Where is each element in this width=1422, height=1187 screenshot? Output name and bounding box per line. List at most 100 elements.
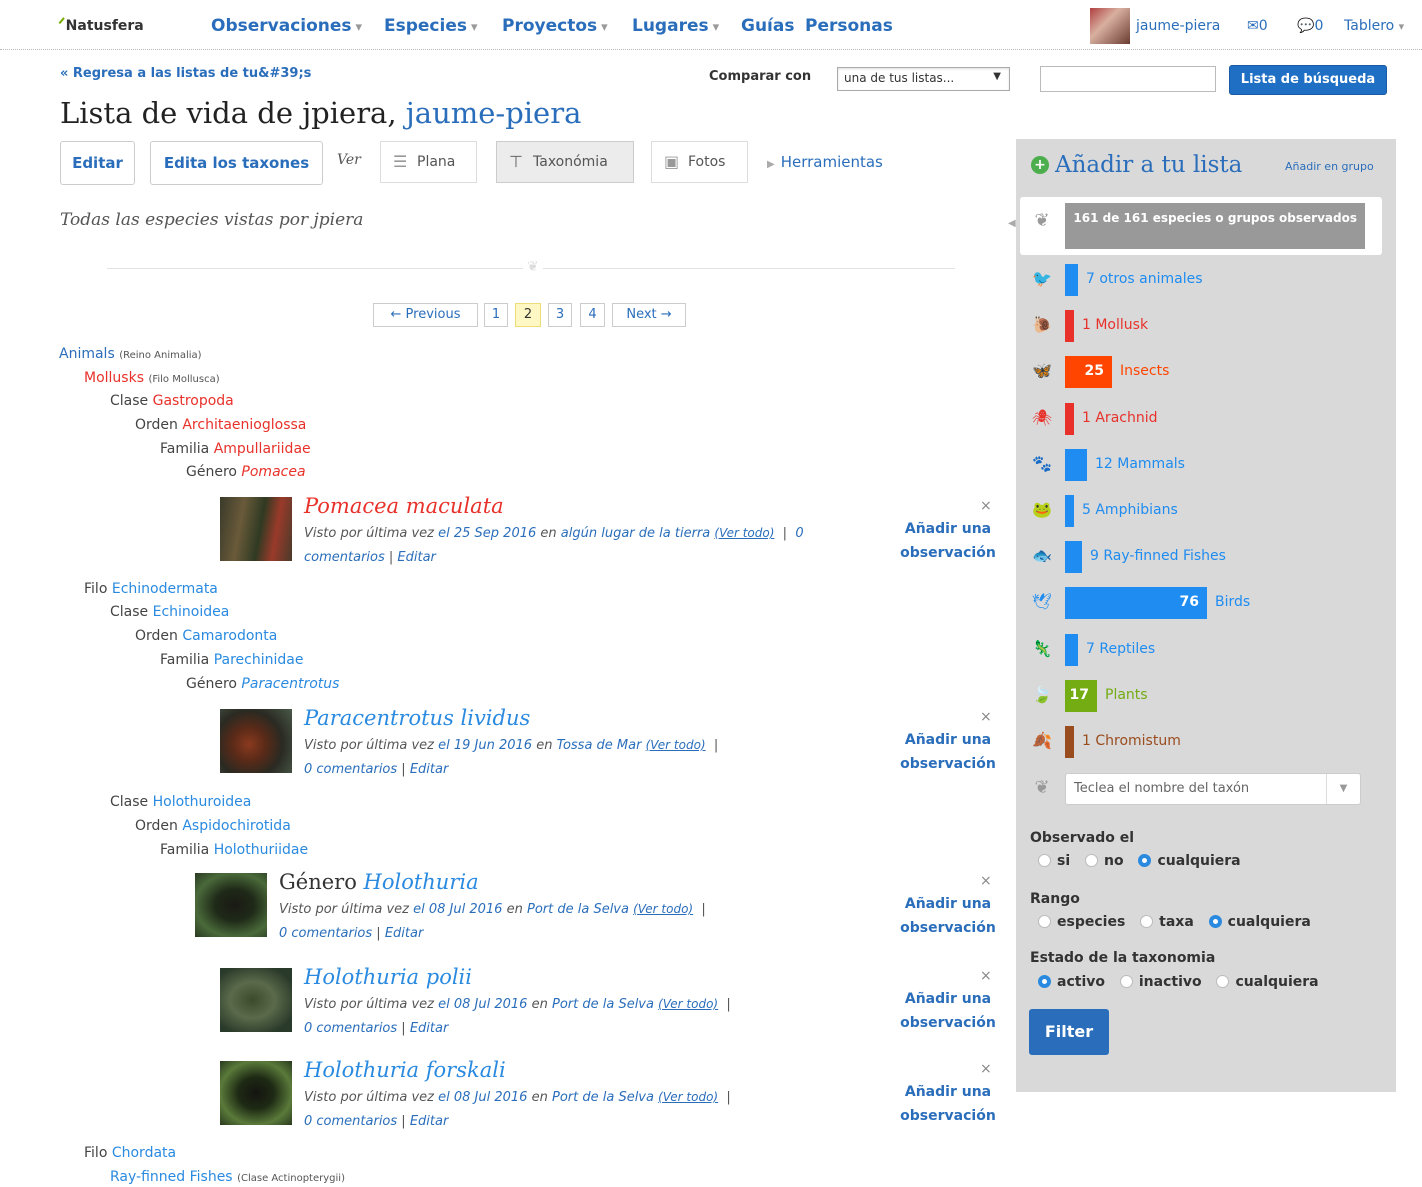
search-list-button[interactable]: Lista de búsqueda: [1229, 65, 1387, 95]
taxon-link[interactable]: Gastropoda: [153, 393, 234, 409]
species-name-link[interactable]: Holothuria forskali: [304, 1058, 506, 1082]
species-photo[interactable]: [220, 497, 292, 561]
category-bar[interactable]: [1065, 495, 1074, 527]
edit-link[interactable]: Editar: [410, 1114, 449, 1129]
taxon-link[interactable]: Architaenioglossa: [182, 417, 306, 433]
compare-select[interactable]: una de tus listas... ▼: [837, 67, 1010, 91]
radio-selected-icon[interactable]: [1208, 915, 1222, 928]
dropdown-arrow-icon[interactable]: ▼: [1326, 774, 1360, 804]
list-search-input[interactable]: [1040, 66, 1216, 92]
species-name-link[interactable]: Holothuria polii: [304, 965, 472, 989]
nav-observaciones[interactable]: Observaciones ▾: [211, 16, 362, 36]
radio-icon[interactable]: [1140, 915, 1154, 928]
comments-link[interactable]: 0 comentarios: [304, 1114, 397, 1129]
category-bar[interactable]: [1065, 449, 1087, 481]
view-taxonomia-button[interactable]: ⊤ Taxonómia: [496, 141, 634, 183]
category-bar[interactable]: [1065, 634, 1078, 666]
category-label[interactable]: 5 Amphibians: [1082, 502, 1178, 518]
back-to-lists-link[interactable]: « Regresa a las listas de tu&#39;s: [60, 66, 311, 81]
close-icon[interactable]: ×: [980, 498, 992, 514]
nav-proyectos[interactable]: Proyectos ▾: [502, 16, 608, 36]
comments-link[interactable]: 0 comentarios: [304, 1021, 397, 1036]
natusfera-logo[interactable]: ᐟNatusfera: [58, 14, 144, 35]
edit-button[interactable]: Editar: [60, 141, 135, 185]
category-bar[interactable]: [1065, 726, 1074, 758]
category-label[interactable]: 7 otros animales: [1086, 271, 1203, 287]
radio-icon[interactable]: [1216, 975, 1230, 988]
species-photo[interactable]: [220, 968, 292, 1032]
view-fotos-button[interactable]: ▣ Fotos: [651, 141, 748, 183]
species-name-link[interactable]: Paracentrotus lividus: [304, 706, 530, 730]
all-species-bar[interactable]: 161 de 161 especies o grupos observados: [1065, 203, 1365, 249]
status-option-inactivo[interactable]: inactivo: [1119, 974, 1202, 990]
taxon-link[interactable]: Holothuroidea: [153, 794, 252, 810]
taxon-link[interactable]: Ray-finned Fishes: [110, 1169, 233, 1185]
observed-option-no[interactable]: no: [1085, 853, 1124, 869]
pagination-previous[interactable]: ← Previous: [373, 303, 478, 327]
add-observation-link[interactable]: Añadir una observación: [893, 892, 1003, 940]
view-plana-button[interactable]: ☰ Plana: [380, 141, 477, 183]
filter-button[interactable]: Filter: [1029, 1009, 1109, 1055]
status-option-activo[interactable]: activo: [1038, 974, 1105, 990]
category-label[interactable]: 12 Mammals: [1095, 456, 1185, 472]
messages-link[interactable]: ✉0: [1247, 18, 1268, 34]
category-label[interactable]: 1 Arachnid: [1082, 410, 1158, 426]
close-icon[interactable]: ×: [980, 1061, 992, 1077]
edit-link[interactable]: Editar: [397, 550, 436, 565]
view-all-link[interactable]: (Ver todo): [633, 902, 693, 916]
category-label[interactable]: 7 Reptiles: [1086, 641, 1155, 657]
taxon-link[interactable]: Animals: [59, 346, 115, 362]
radio-icon[interactable]: [1085, 854, 1099, 867]
add-group-link[interactable]: Añadir en grupo: [1285, 160, 1374, 173]
avatar[interactable]: [1090, 8, 1130, 44]
category-bar[interactable]: [1065, 541, 1082, 573]
taxon-link[interactable]: Chordata: [112, 1145, 176, 1161]
taxon-link[interactable]: Camarodonta: [182, 628, 277, 644]
taxon-link[interactable]: Ampullariidae: [214, 441, 311, 457]
category-label[interactable]: 1 Mollusk: [1082, 317, 1148, 333]
radio-icon[interactable]: [1038, 915, 1051, 928]
user-link[interactable]: jaume-piera: [1136, 18, 1220, 34]
tools-menu[interactable]: ▶ Herramientas: [767, 153, 883, 171]
category-label[interactable]: 1 Chromistum: [1082, 733, 1181, 749]
taxon-link[interactable]: Echinodermata: [112, 581, 218, 597]
view-all-link[interactable]: (Ver todo): [658, 997, 718, 1011]
species-photo[interactable]: [220, 709, 292, 773]
add-observation-link[interactable]: Añadir una observación: [893, 987, 1003, 1035]
observed-option-si[interactable]: si: [1038, 853, 1070, 869]
close-icon[interactable]: ×: [980, 968, 992, 984]
close-icon[interactable]: ×: [980, 873, 992, 889]
category-bar[interactable]: [1065, 264, 1078, 296]
rank-option-any[interactable]: cualquiera: [1208, 914, 1311, 930]
edit-link[interactable]: Editar: [410, 762, 449, 777]
category-label[interactable]: Plants: [1105, 687, 1148, 703]
nav-guias[interactable]: Guías: [741, 16, 794, 36]
taxon-name-input[interactable]: Teclea el nombre del taxón ▼: [1065, 773, 1361, 805]
nav-especies[interactable]: Especies ▾: [384, 16, 478, 36]
radio-icon[interactable]: [1038, 854, 1051, 867]
observed-option-any[interactable]: cualquiera: [1138, 853, 1241, 869]
radio-icon[interactable]: [1119, 975, 1133, 988]
category-bar[interactable]: [1065, 310, 1074, 342]
add-observation-link[interactable]: Añadir una observación: [893, 1080, 1003, 1128]
add-observation-link[interactable]: Añadir una observación: [893, 517, 1003, 565]
comments-link[interactable]: 💬0: [1297, 18, 1323, 34]
category-label[interactable]: Birds: [1215, 594, 1250, 610]
pagination-next[interactable]: Next →: [612, 303, 686, 327]
species-name-link[interactable]: Holothuria: [364, 870, 479, 894]
taxon-link[interactable]: Pomacea: [241, 464, 305, 480]
taxon-link[interactable]: Paracentrotus: [241, 676, 339, 692]
comments-link[interactable]: 0 comentarios: [304, 762, 397, 777]
taxon-link[interactable]: Parechinidae: [214, 652, 304, 668]
add-observation-link[interactable]: Añadir una observación: [893, 728, 1003, 776]
radio-selected-icon[interactable]: [1138, 854, 1152, 867]
title-user-link[interactable]: jaume-piera: [406, 96, 582, 130]
category-label[interactable]: Insects: [1120, 363, 1169, 379]
species-name-link[interactable]: Pomacea maculata: [304, 494, 504, 518]
dashboard-menu[interactable]: Tablero ▾: [1344, 18, 1404, 34]
pagination-page-4[interactable]: 4: [580, 303, 605, 327]
edit-link[interactable]: Editar: [385, 926, 424, 941]
pagination-page-2[interactable]: 2: [515, 303, 541, 327]
view-all-link[interactable]: (Ver todo): [714, 526, 774, 540]
taxon-link[interactable]: Holothuriidae: [214, 842, 308, 858]
